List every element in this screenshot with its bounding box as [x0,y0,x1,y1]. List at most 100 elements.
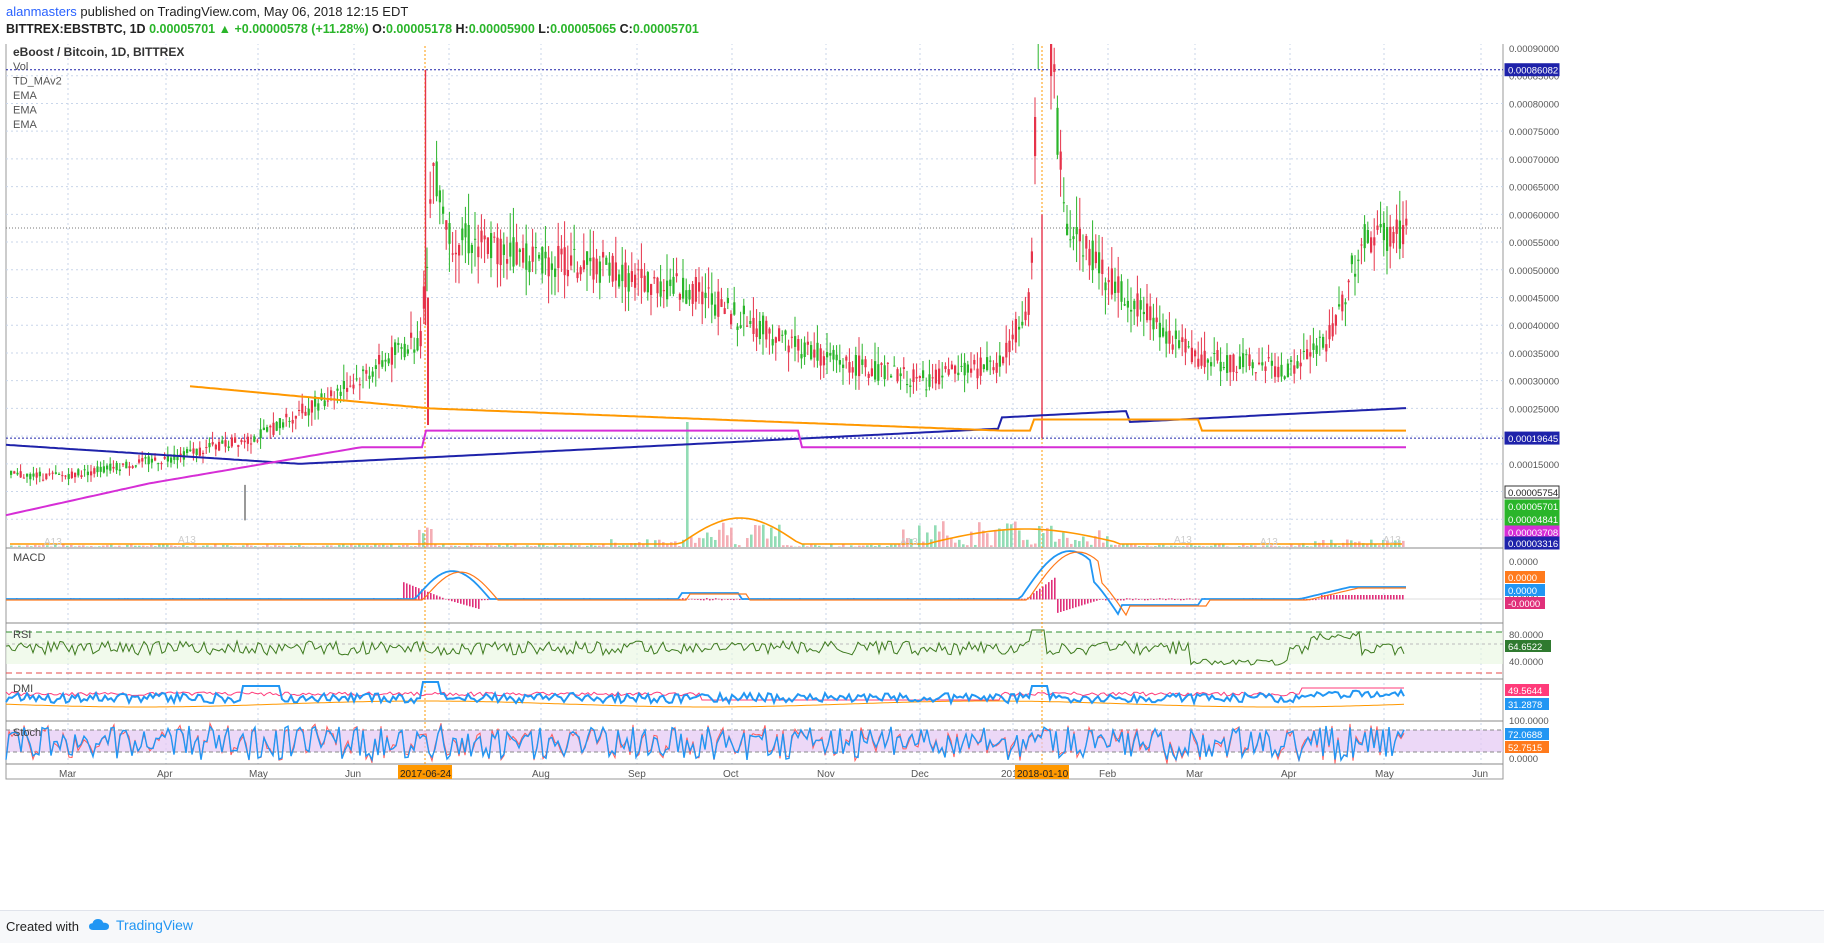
macd-histogram-bar [1315,599,1317,600]
candle-body [912,369,914,382]
volume-bar [502,546,505,547]
macd-histogram-bar [1021,599,1023,600]
candle-body [544,252,546,259]
macd-histogram-bar [1363,595,1365,600]
macd-badge-label: -0.0000 [1508,599,1540,610]
candle-body [781,335,783,336]
volume-bar [866,545,869,547]
macd-histogram-bar [409,585,411,600]
volume-bar [322,546,325,547]
candle-body [1271,361,1273,366]
macd-histogram-bar [1180,599,1182,600]
volume-bar [146,546,149,547]
volume-bar [282,546,285,547]
volume-bar [870,545,873,547]
candle-body [986,357,988,370]
volume-bar [578,545,581,547]
volume-bar [1202,546,1205,547]
volume-bar [1326,545,1329,547]
macd-histogram-bar [1177,599,1179,600]
candle-body [749,321,751,324]
volume-bar [622,545,625,547]
x-tick-label: Dec [911,769,929,780]
macd-tick-label: 0.0000 [1509,557,1538,568]
author-link[interactable]: alanmasters [6,4,77,19]
candle-body [621,265,623,281]
macd-histogram-bar [1123,599,1125,600]
rsi-tick-label: 80.0000 [1509,630,1543,641]
candle-body [1063,202,1065,203]
tradingview-link[interactable]: TradingView [88,917,193,933]
volume-bar [326,545,329,547]
macd-histogram-bar [1117,599,1119,600]
volume-bar [406,545,409,547]
volume-bar [1066,538,1069,547]
chart-canvas[interactable]: 0.000900000.000850000.000800000.00075000… [0,44,1824,910]
volume-bar [1226,546,1229,547]
candle-body [845,357,847,361]
candle-body [292,420,294,424]
volume-bar [738,545,741,547]
volume-bar [1154,546,1157,547]
volume-bar [358,545,361,547]
candle-body [1108,280,1110,282]
candle-body [925,389,927,390]
candle-body [752,318,754,334]
volume-bar [814,545,817,547]
candle-body [1181,337,1183,342]
candle-body [1341,295,1343,312]
macd-histogram-bar [1345,595,1347,600]
candle-body [759,321,761,339]
macd-histogram-bar [1399,595,1401,600]
volume-bar [1010,524,1013,547]
macd-histogram-bar [451,599,453,601]
volume-bar [806,546,809,547]
macd-histogram-bar [1054,578,1056,600]
candle-body [1191,348,1193,362]
overlay-legend-item: EMA [13,119,38,131]
volume-bar [454,546,457,547]
volume-bar [458,546,461,547]
candle-body [471,245,473,253]
volume-bar [1074,540,1077,547]
candle-body [1012,335,1014,340]
candle-body [656,278,658,294]
volume-bar [1306,546,1309,547]
volume-bar [1034,544,1037,547]
macd-histogram-bar [478,599,480,609]
td-label: A13 [1383,535,1401,546]
price-tick-label: 0.00045000 [1509,294,1559,305]
candle-body [797,339,799,351]
volume-bar [230,546,233,547]
volume-bar [1138,546,1141,547]
candle-body [624,263,626,288]
candle-body [1213,353,1215,354]
candle-body [272,423,274,435]
candle-body [119,469,121,471]
candle-body [244,441,246,443]
macd-histogram-bar [721,599,723,600]
candle-body [1223,367,1225,368]
volume-bar [530,546,533,547]
candle-body [269,426,271,427]
macd-histogram-bar [709,599,711,600]
candle-body [474,239,476,240]
created-with-text: Created with [6,919,79,934]
volume-bar [1378,545,1381,547]
candle-body [567,270,569,276]
volume-bar [926,532,929,547]
macd-histogram-bar [445,599,447,600]
candle-body [842,365,844,368]
macd-histogram-bar [1354,595,1356,600]
candle-body [1316,345,1318,353]
candle-body [1204,351,1206,367]
macd-histogram-bar [1384,595,1386,600]
macd-histogram-bar [1096,599,1098,601]
volume-bar [1210,546,1213,547]
volume-bar [102,546,105,547]
volume-bar [290,546,293,547]
volume-bar [942,521,945,547]
change-arrow-icon: ▲ [219,22,231,36]
volume-bar [1162,545,1165,547]
candle-body [1066,224,1068,235]
